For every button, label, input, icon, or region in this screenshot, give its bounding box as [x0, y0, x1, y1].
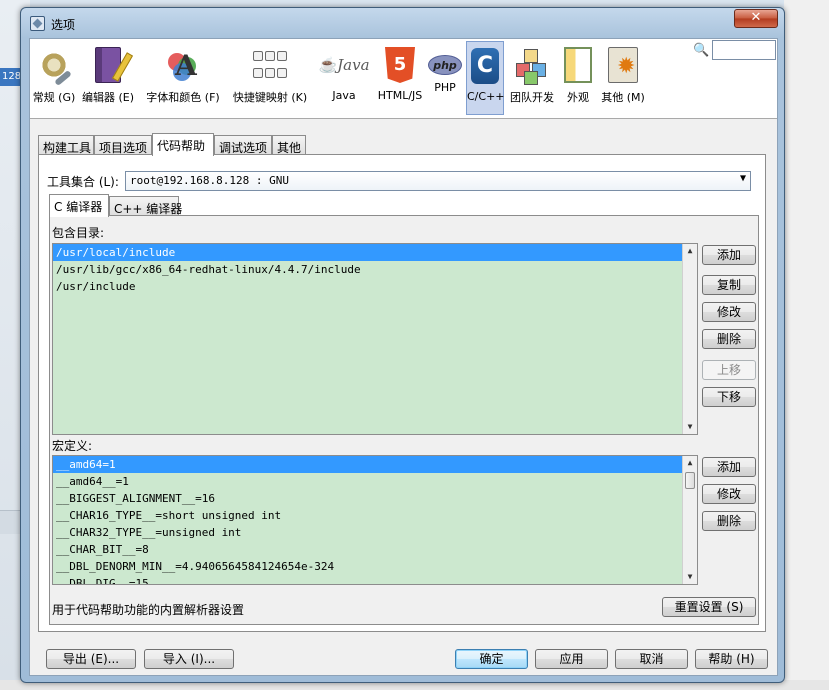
include-move-down-button[interactable]: 下移 [702, 387, 756, 407]
list-item[interactable]: __DBL_DENORM_MIN__=4.9406564584124654e-3… [53, 558, 697, 575]
tab-project-options[interactable]: 项目选项 [94, 135, 152, 155]
category-label: 常规 (G) [32, 91, 76, 104]
help-button[interactable]: 帮助 (H) [695, 649, 768, 669]
reset-settings-button[interactable]: 重置设置 (S) [662, 597, 756, 617]
category-cpp[interactable]: C C/C++ [466, 41, 505, 115]
appearance-icon [564, 47, 592, 83]
category-toolbar: 常规 (G) 编辑器 (E) A 字体和颜色 (F) 快捷键映射 (K) ☕Ja… [30, 39, 777, 119]
scroll-down-icon[interactable]: ▼ [683, 570, 697, 584]
include-dirs-list[interactable]: /usr/local/include /usr/lib/gcc/x86_64-r… [52, 243, 698, 435]
background-right-panel [784, 0, 829, 690]
list-item[interactable]: /usr/include [53, 278, 697, 295]
ok-button[interactable]: 确定 [455, 649, 528, 669]
category-appearance[interactable]: 外观 [560, 41, 596, 115]
cpp-icon: C [471, 48, 499, 84]
parser-settings-description: 用于代码帮助功能的内置解析器设置 [52, 603, 245, 617]
app-icon [30, 16, 45, 31]
list-item[interactable]: __amd64=1 [53, 456, 697, 473]
chevron-down-icon: ▼ [739, 173, 746, 184]
category-misc[interactable]: 其他 (M) [598, 41, 648, 115]
category-editor[interactable]: 编辑器 (E) [80, 41, 136, 115]
macros-list[interactable]: __amd64=1 __amd64__=1 __BIGGEST_ALIGNMEN… [52, 455, 698, 585]
list-item[interactable]: __DBL_DIG__=15 [53, 575, 697, 584]
category-fonts-colors[interactable]: A 字体和颜色 (F) [140, 41, 226, 115]
include-move-up-button[interactable]: 上移 [702, 360, 756, 380]
code-assistance-panel: 工具集合 (L): root@192.168.8.128 : GNU ▼ C 编… [38, 154, 766, 632]
category-label: 其他 (M) [601, 91, 645, 104]
category-label: 编辑器 (E) [81, 91, 135, 104]
include-copy-button[interactable]: 复制 [702, 275, 756, 295]
scroll-thumb[interactable] [685, 472, 695, 489]
tab-code-assistance[interactable]: 代码帮助 [152, 133, 214, 156]
import-button[interactable]: 导入 (I)... [144, 649, 234, 669]
include-add-button[interactable]: 添加 [702, 245, 756, 265]
close-icon: ✕ [750, 10, 762, 25]
cancel-button[interactable]: 取消 [615, 649, 688, 669]
title-bar[interactable]: 选项 ✕ [21, 8, 784, 38]
search-input[interactable] [712, 40, 776, 60]
macros-scrollbar[interactable]: ▲ ▼ [682, 456, 697, 584]
macro-add-button[interactable]: 添加 [702, 457, 756, 477]
compiler-panel: 包含目录: /usr/local/include /usr/lib/gcc/x8… [49, 215, 759, 625]
list-item[interactable]: /usr/lib/gcc/x86_64-redhat-linux/4.4.7/i… [53, 261, 697, 278]
dialog-footer: 导出 (E)... 导入 (I)... 确定 应用 取消 帮助 (H) [30, 633, 777, 675]
tab-debug-options[interactable]: 调试选项 [214, 135, 272, 155]
tab-other[interactable]: 其他 [272, 135, 306, 155]
apply-button[interactable]: 应用 [535, 649, 608, 669]
tab-build-tools[interactable]: 构建工具 [38, 135, 94, 155]
scroll-up-icon[interactable]: ▲ [683, 244, 697, 258]
category-java[interactable]: ☕Java Java [314, 41, 374, 115]
list-item[interactable]: __BIGGEST_ALIGNMENT__=16 [53, 490, 697, 507]
include-edit-button[interactable]: 修改 [702, 302, 756, 322]
editor-book-icon [95, 47, 121, 83]
category-label: HTML/JS [377, 89, 423, 102]
category-label: C/C++ [467, 90, 505, 103]
macro-delete-button[interactable]: 删除 [702, 511, 756, 531]
scroll-down-icon[interactable]: ▼ [683, 420, 697, 434]
options-dialog: 选项 ✕ 常规 (G) 编辑器 (E) A 字体和颜色 (F) 快捷键映射 (K… [20, 7, 785, 683]
category-team[interactable]: 团队开发 [506, 41, 558, 115]
dialog-content: 常规 (G) 编辑器 (E) A 字体和颜色 (F) 快捷键映射 (K) ☕Ja… [29, 38, 778, 676]
toolset-label: 工具集合 (L): [47, 175, 119, 189]
include-delete-button[interactable]: 删除 [702, 329, 756, 349]
include-scrollbar[interactable]: ▲ ▼ [682, 244, 697, 434]
category-keymap[interactable]: 快捷键映射 (K) [228, 41, 312, 115]
settings-gear-icon [36, 47, 72, 83]
category-label: 字体和颜色 (F) [146, 91, 220, 104]
fonts-colors-icon: A [165, 47, 201, 83]
scroll-up-icon[interactable]: ▲ [683, 456, 697, 470]
category-php[interactable]: php PHP [426, 41, 464, 115]
html5-icon: 5 [385, 47, 415, 83]
close-button[interactable]: ✕ [734, 9, 778, 28]
category-label: 外观 [567, 91, 589, 104]
list-item[interactable]: __CHAR16_TYPE__=short unsigned int [53, 507, 697, 524]
list-item[interactable]: __CHAR_BIT__=8 [53, 541, 697, 558]
category-html-js[interactable]: 5 HTML/JS [376, 41, 424, 115]
java-icon: ☕Java [318, 56, 370, 74]
category-label: PHP [434, 81, 456, 94]
toolset-select[interactable]: root@192.168.8.128 : GNU ▼ [125, 171, 751, 191]
tab-c-compiler[interactable]: C 编译器 [49, 194, 109, 217]
window-title: 选项 [51, 18, 76, 32]
list-item[interactable]: __amd64__=1 [53, 473, 697, 490]
category-label: Java [332, 89, 356, 102]
include-dirs-label: 包含目录: [52, 226, 105, 240]
keymap-icon [253, 47, 287, 83]
macros-label: 宏定义: [52, 439, 93, 453]
list-item[interactable]: __CHAR32_TYPE__=unsigned int [53, 524, 697, 541]
toolset-value: root@192.168.8.128 : GNU [130, 174, 289, 187]
category-label: 快捷键映射 (K) [232, 91, 308, 104]
team-icon [514, 47, 550, 85]
tab-cpp-compiler[interactable]: C++ 编译器 [109, 196, 182, 216]
category-general[interactable]: 常规 (G) [32, 41, 76, 115]
misc-icon [608, 47, 638, 83]
list-item[interactable]: /usr/local/include [53, 244, 697, 261]
macro-edit-button[interactable]: 修改 [702, 484, 756, 504]
php-icon: php [428, 55, 462, 75]
export-button[interactable]: 导出 (E)... [46, 649, 136, 669]
category-label: 团队开发 [510, 91, 554, 104]
search-icon: 🔍 [693, 43, 710, 58]
